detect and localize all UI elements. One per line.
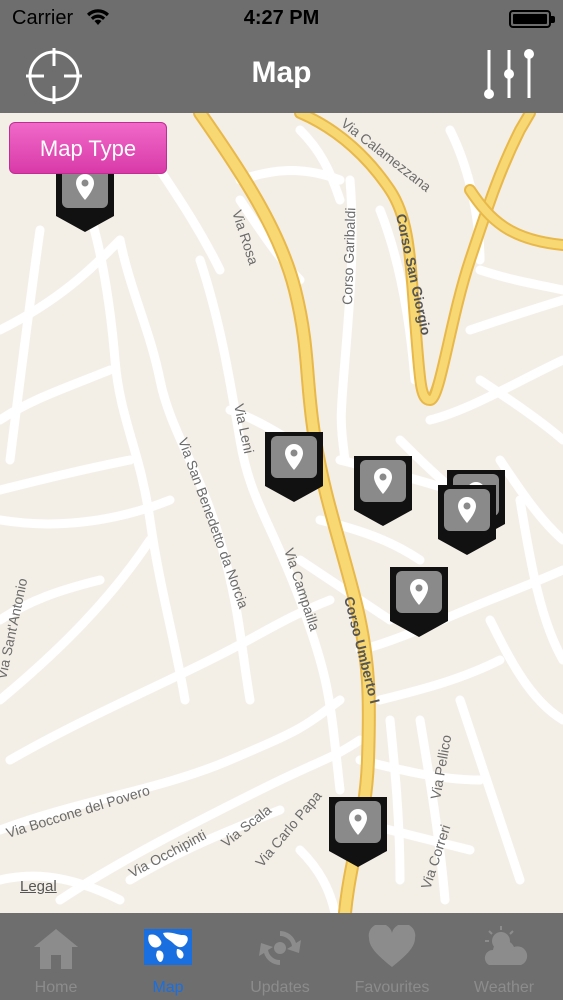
status-bar: Carrier 4:27 PM [0, 0, 563, 36]
page-title: Map [251, 56, 312, 89]
tab-bar: Home Map Updates Favourites Weather [0, 913, 563, 1000]
tab-home[interactable]: Home [0, 913, 112, 1000]
map-pin-icon[interactable] [352, 454, 414, 532]
map-pin-icon[interactable] [327, 795, 389, 873]
filter-sliders-icon[interactable] [480, 46, 538, 102]
map-type-button[interactable]: Map Type [9, 122, 167, 174]
weather-icon [484, 926, 528, 965]
tab-favourites[interactable]: Favourites [336, 913, 448, 1000]
navigation-bar: Carrier 4:27 PM Map [0, 0, 563, 113]
home-icon [34, 929, 78, 969]
world-map-icon [144, 929, 192, 965]
status-time: 4:27 PM [243, 7, 320, 29]
tab-label: Home [34, 979, 78, 996]
street-label: Corso Garibaldi [339, 207, 358, 305]
heart-icon [368, 925, 416, 967]
tab-weather[interactable]: Weather [448, 913, 560, 1000]
map-pin-icon[interactable] [388, 565, 450, 643]
tab-updates[interactable]: Updates [224, 913, 336, 1000]
tab-label: Updates [250, 979, 310, 996]
tab-label: Favourites [354, 979, 430, 996]
refresh-icon [259, 931, 301, 965]
map-pin-icon[interactable] [263, 430, 325, 508]
battery-icon [509, 10, 555, 28]
map-pin-icon[interactable] [436, 483, 498, 561]
tab-map[interactable]: Map [112, 913, 224, 1000]
tab-label: Weather [473, 979, 535, 996]
tab-label: Map [152, 979, 184, 996]
legal-link[interactable]: Legal [20, 878, 57, 895]
